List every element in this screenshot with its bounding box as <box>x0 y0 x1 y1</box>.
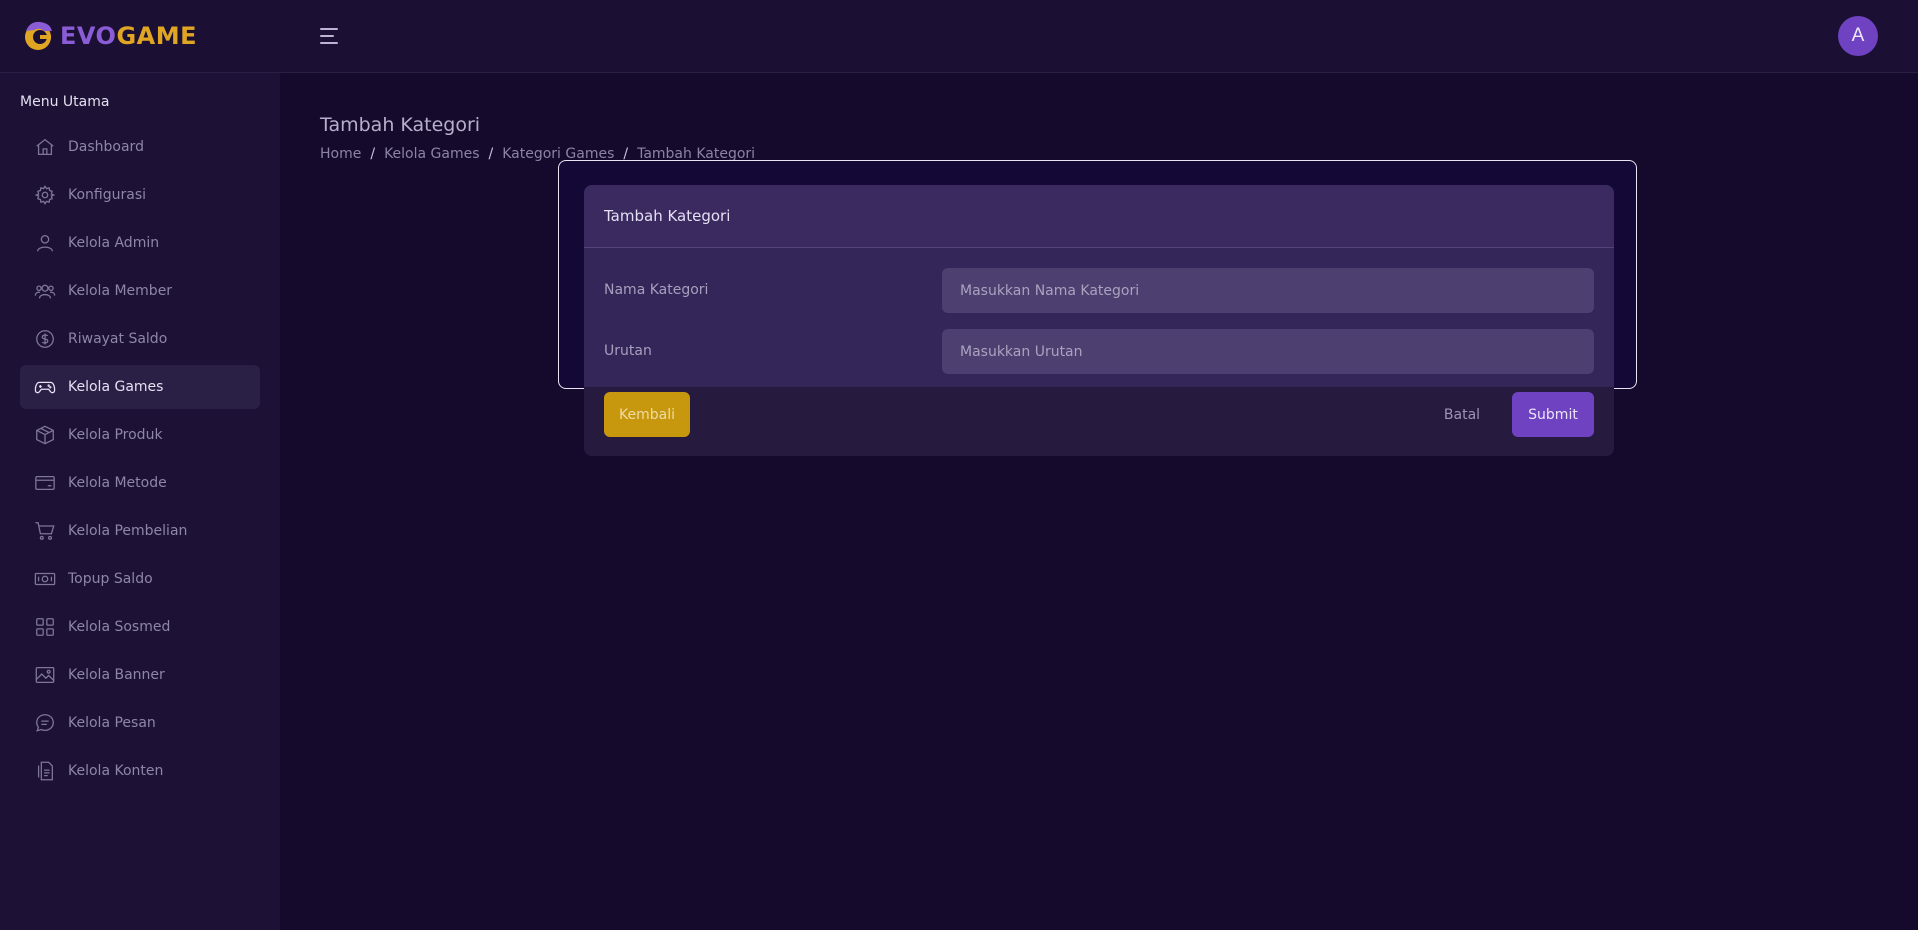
sidebar-item-label: Kelola Games <box>68 379 164 395</box>
submit-button[interactable]: Submit <box>1512 392 1594 437</box>
brand-logo[interactable]: EVOGAME <box>22 19 197 53</box>
home-icon <box>36 138 54 155</box>
gear-icon <box>34 185 56 205</box>
urutan-label: Urutan <box>604 343 652 359</box>
credit-card-icon <box>35 475 55 491</box>
sidebar-item-label: Kelola Pesan <box>68 715 156 731</box>
gamepad-icon <box>34 381 56 394</box>
sidebar-item-label: Kelola Sosmed <box>68 619 171 635</box>
cancel-button[interactable]: Batal <box>1442 392 1482 437</box>
cash-icon <box>34 572 56 586</box>
breadcrumb-kelola-games[interactable]: Kelola Games <box>384 146 479 162</box>
sidebar-item-topup-saldo[interactable]: Topup Saldo <box>20 557 260 601</box>
sidebar-item-konfigurasi[interactable]: Konfigurasi <box>20 173 260 217</box>
nama-kategori-input[interactable] <box>942 268 1594 313</box>
users-icon <box>34 284 56 299</box>
back-button[interactable]: Kembali <box>604 392 690 437</box>
user-icon <box>37 235 53 252</box>
sidebar-item-label: Kelola Pembelian <box>68 523 188 539</box>
box-icon <box>36 425 54 445</box>
sidebar-item-kelola-admin[interactable]: Kelola Admin <box>20 221 260 265</box>
image-icon <box>35 667 55 683</box>
logo-icon <box>25 21 52 50</box>
sidebar-item-kelola-konten[interactable]: Kelola Konten <box>20 749 260 793</box>
sidebar-item-kelola-produk[interactable]: Kelola Produk <box>20 413 260 457</box>
sidebar-item-dashboard[interactable]: Dashboard <box>20 125 260 169</box>
sidebar-menu: Dashboard Konfigurasi Kelola Admin Kelol… <box>20 125 260 797</box>
brand-name-evo: EVO <box>60 22 117 50</box>
sidebar-item-label: Kelola Admin <box>68 235 160 251</box>
sidebar-item-label: Topup Saldo <box>68 571 153 587</box>
avatar[interactable]: A <box>1838 16 1878 56</box>
sidebar-item-label: Kelola Banner <box>68 667 165 683</box>
grid-icon <box>36 618 54 636</box>
form-card: Tambah Kategori Nama Kategori Urutan Kem… <box>584 185 1614 456</box>
sidebar-heading: Menu Utama <box>20 94 110 110</box>
form-title: Tambah Kategori <box>604 207 731 225</box>
form-card-header: Tambah Kategori <box>584 185 1614 248</box>
sidebar-item-riwayat-saldo[interactable]: Riwayat Saldo <box>20 317 260 361</box>
form-card-footer: Kembali Batal Submit <box>584 387 1614 456</box>
sidebar-item-kelola-sosmed[interactable]: Kelola Sosmed <box>20 605 260 649</box>
sidebar-item-kelola-pembelian[interactable]: Kelola Pembelian <box>20 509 260 553</box>
nama-kategori-label: Nama Kategori <box>604 282 709 298</box>
sidebar-item-kelola-pesan[interactable]: Kelola Pesan <box>20 701 260 745</box>
breadcrumb-home[interactable]: Home <box>320 146 361 162</box>
chat-icon <box>36 714 54 732</box>
sidebar: Menu Utama Dashboard Konfigurasi Kelola … <box>0 73 280 930</box>
breadcrumb-separator: / <box>370 146 376 162</box>
sidebar-item-label: Konfigurasi <box>68 187 147 203</box>
top-bar: EVOGAME A <box>0 0 1918 73</box>
sidebar-item-kelola-member[interactable]: Kelola Member <box>20 269 260 313</box>
document-icon <box>37 761 53 781</box>
brand-name: EVOGAME <box>60 22 197 50</box>
page-title: Tambah Kategori <box>320 114 481 136</box>
sidebar-item-kelola-games[interactable]: Kelola Games <box>20 365 260 409</box>
urutan-input[interactable] <box>942 329 1594 374</box>
brand-name-game: GAME <box>116 22 198 50</box>
sidebar-item-kelola-banner[interactable]: Kelola Banner <box>20 653 260 697</box>
hamburger-icon[interactable] <box>320 25 342 47</box>
sidebar-item-label: Kelola Member <box>68 283 173 299</box>
sidebar-item-kelola-metode[interactable]: Kelola Metode <box>20 461 260 505</box>
form-card-body: Nama Kategori Urutan <box>584 248 1614 387</box>
sidebar-item-label: Riwayat Saldo <box>68 331 168 347</box>
sidebar-item-label: Kelola Konten <box>68 763 164 779</box>
cart-icon <box>35 522 55 540</box>
sidebar-item-label: Dashboard <box>68 139 144 155</box>
breadcrumb-separator: / <box>488 146 494 162</box>
sidebar-item-label: Kelola Produk <box>68 427 163 443</box>
sidebar-item-label: Kelola Metode <box>68 475 167 491</box>
dollar-circle-icon <box>36 330 54 348</box>
